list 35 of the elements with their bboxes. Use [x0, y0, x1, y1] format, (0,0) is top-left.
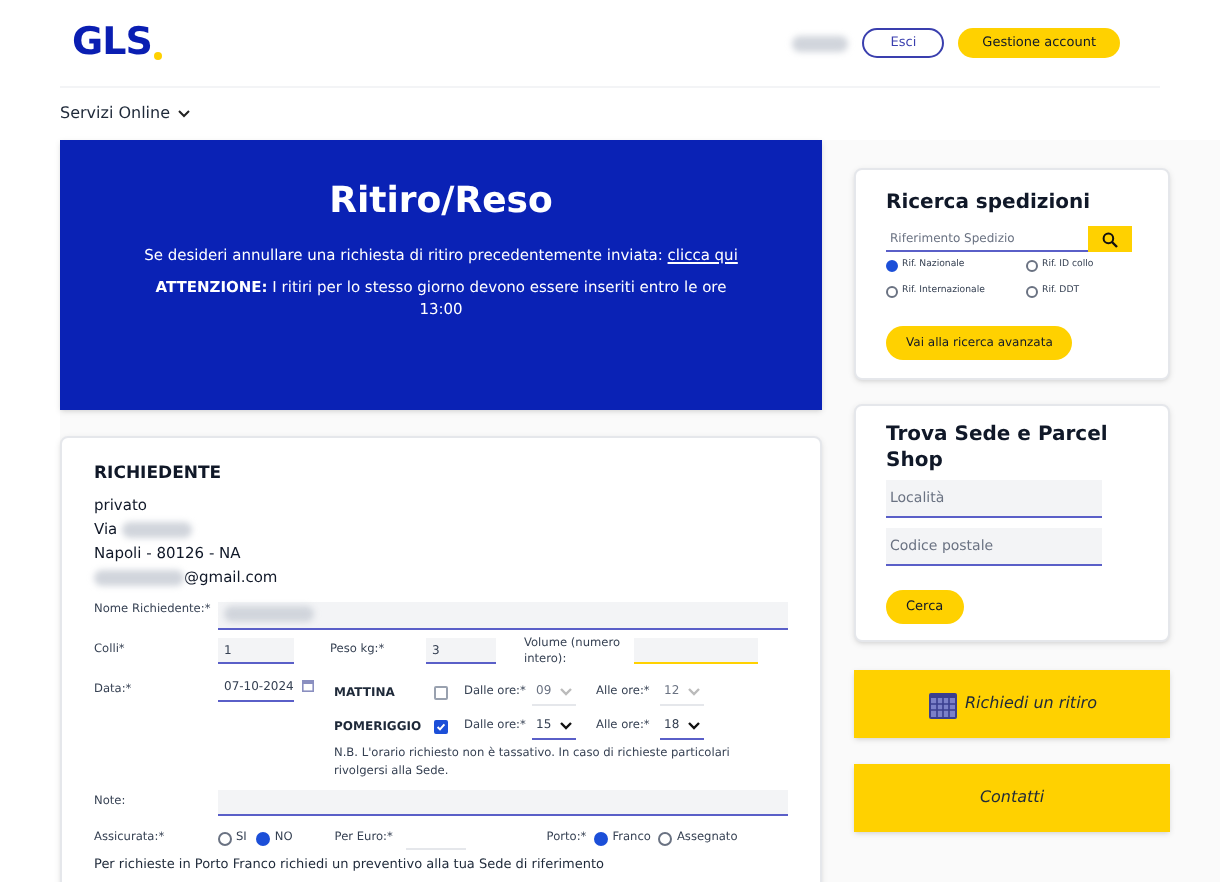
- checkbox[interactable]: [434, 685, 448, 700]
- radio-button[interactable]: [256, 832, 271, 847]
- logo[interactable]: GLS: [72, 24, 152, 62]
- radio-button[interactable]: [1026, 286, 1038, 299]
- radio-button[interactable]: [1026, 260, 1038, 273]
- volume-field[interactable]: [634, 638, 758, 665]
- calendar-icon: [927, 689, 957, 720]
- services-menu[interactable]: Servizi Online: [60, 102, 191, 126]
- redacted-text: [121, 521, 192, 538]
- notes-field[interactable]: [217, 790, 788, 817]
- calendar-icon[interactable]: [302, 679, 314, 692]
- redacted-text: [223, 606, 314, 623]
- chevron-icon: [178, 110, 191, 118]
- action-button[interactable]: Richiedi un ritiro: [854, 670, 1170, 739]
- name-field[interactable]: [217, 601, 788, 630]
- chevron-icon: [688, 687, 700, 696]
- checkbox[interactable]: [434, 719, 448, 734]
- action-button[interactable]: Contatti: [854, 764, 1170, 833]
- radio-button[interactable]: [594, 832, 609, 847]
- chevron-icon: [560, 721, 572, 730]
- radio-button[interactable]: [886, 260, 898, 273]
- redacted-text: [792, 35, 849, 51]
- radio-button[interactable]: [886, 286, 898, 299]
- radio-button[interactable]: [658, 832, 673, 847]
- search-icon: [1102, 231, 1118, 247]
- redacted-text: [94, 569, 184, 586]
- card-title: Ricerca spedizioni: [886, 190, 1093, 218]
- chevron-icon: [688, 721, 700, 730]
- section-heading: RICHIEDENTE: [94, 462, 224, 488]
- page-title: Ritiro/Reso: [329, 184, 553, 220]
- radio-button[interactable]: [218, 832, 232, 847]
- chevron-icon: [560, 687, 572, 696]
- check-icon: [436, 721, 446, 732]
- search-button[interactable]: [1088, 226, 1132, 252]
- card-title: Trova Sede e Parcel Shop: [886, 421, 1110, 474]
